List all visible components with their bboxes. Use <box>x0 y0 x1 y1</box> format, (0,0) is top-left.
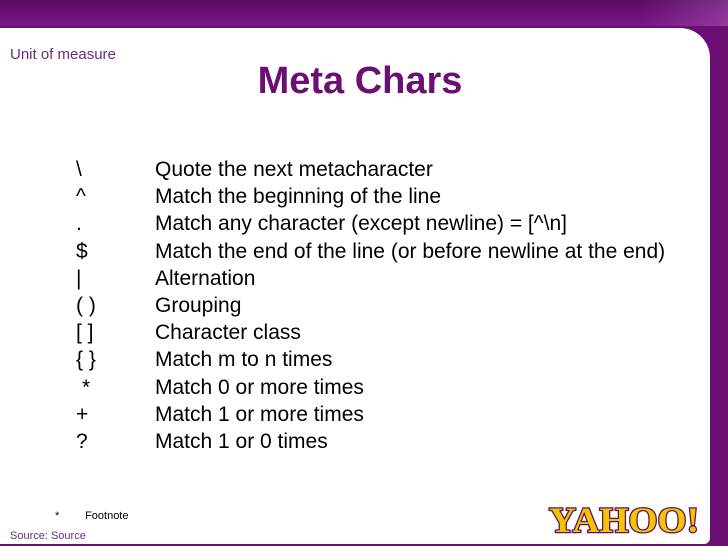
meta-char: [ ] <box>76 321 94 345</box>
meta-char: \ <box>76 158 82 181</box>
yahoo-logo-icon: YAHOO! <box>548 499 701 542</box>
meta-desc: Match 1 or 0 times <box>155 429 328 453</box>
meta-desc: Alternation <box>155 266 256 290</box>
meta-char: * <box>82 375 91 399</box>
meta-desc: Match 1 or more times <box>155 402 364 426</box>
top-band <box>0 0 728 26</box>
footnote: * Footnote <box>55 510 128 522</box>
list-item: ? Match 1 or 0 times <box>76 430 710 457</box>
slide: Unit of measure Meta Chars \ Quote the n… <box>0 28 710 544</box>
yahoo-logo: YAHOO! <box>545 498 703 542</box>
meta-char: { } <box>76 348 96 372</box>
meta-desc: Quote the next metacharacter <box>155 158 433 181</box>
meta-desc: Match the end of the line (or before new… <box>155 239 666 263</box>
meta-desc: Match 0 or more times <box>155 375 364 399</box>
list-item: ( ) Grouping <box>76 294 710 321</box>
meta-char: ( ) <box>76 293 96 317</box>
list-item: + Match 1 or more times <box>76 403 710 430</box>
list-item: * Match 0 or more times <box>76 376 710 403</box>
meta-char: ? <box>76 429 88 453</box>
meta-desc: Character class <box>155 321 301 345</box>
footnote-mark: * <box>55 510 60 522</box>
list-item: { } Match m to n times <box>76 348 710 375</box>
meta-char: + <box>76 402 89 426</box>
list-item: $ Match the end of the line (or before n… <box>76 240 710 267</box>
footnote-text: Footnote <box>85 510 129 522</box>
meta-desc: Grouping <box>155 293 242 317</box>
meta-desc: Match the beginning of the line <box>155 185 442 209</box>
list-item: ^ Match the beginning of the line <box>76 185 710 212</box>
list-item: . Match any character (except newline) =… <box>76 212 710 239</box>
meta-char: ^ <box>76 185 86 209</box>
list-item: [ ] Character class <box>76 321 710 348</box>
list-item: | Alternation <box>76 267 710 294</box>
meta-char-list: \ Quote the next metacharacter ^ Match t… <box>76 158 710 457</box>
meta-desc: Match any character (except newline) = [… <box>155 212 567 236</box>
list-item: \ Quote the next metacharacter <box>76 158 710 185</box>
source-text: Source: Source <box>10 530 86 542</box>
logo-text: YAHOO! <box>549 500 699 540</box>
meta-char: | <box>76 266 82 290</box>
meta-char: . <box>76 212 82 236</box>
slide-title: Meta Chars <box>257 60 463 102</box>
meta-char: $ <box>76 239 88 263</box>
meta-desc: Match m to n times <box>155 348 333 372</box>
